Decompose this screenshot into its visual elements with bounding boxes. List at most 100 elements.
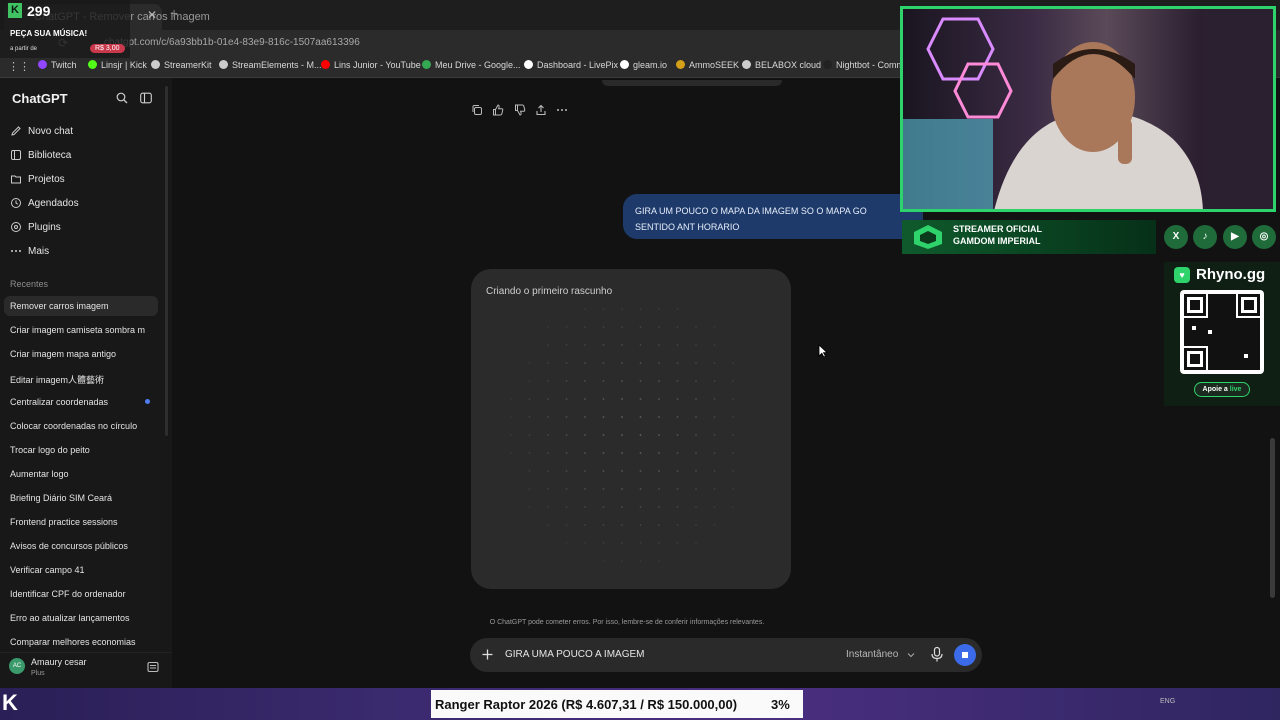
qr-module <box>1224 326 1228 330</box>
app-logo[interactable]: ChatGPT <box>12 91 68 106</box>
copy-icon[interactable] <box>471 104 483 116</box>
model-selector[interactable]: Instantâneo <box>846 649 898 660</box>
qr-module <box>1220 334 1224 338</box>
loading-dot <box>639 524 642 526</box>
conversation-scrollbar[interactable] <box>1270 438 1275 598</box>
loading-dot <box>713 434 716 436</box>
message-composer[interactable]: GIRA UMA POUCO A IMAGEM Instantâneo <box>470 638 982 672</box>
recent-chat-item[interactable]: Briefing Diário SIM Ceará <box>4 488 158 508</box>
recent-chat-item[interactable]: Colocar coordenadas no círculo <box>4 416 158 436</box>
loading-dot <box>732 416 734 418</box>
qr-module <box>1232 338 1236 342</box>
sponsor-banner: STREAMER OFICIAL GAMDOM IMPERIAL <box>902 220 1156 254</box>
song-request-subtitle: a partir de <box>10 46 38 52</box>
recent-chat-item[interactable]: Criar imagem mapa antigo <box>4 344 158 364</box>
recent-chat-item[interactable]: Erro ao atualizar lançamentos <box>4 608 158 628</box>
recent-chat-item[interactable]: Editar imagem人體藝術 <box>4 368 158 388</box>
qr-module <box>1248 366 1252 370</box>
loading-dot <box>584 308 586 310</box>
qr-module <box>1184 342 1188 346</box>
qr-module <box>1244 338 1248 342</box>
stop-generating-button[interactable] <box>954 644 976 666</box>
plus-icon[interactable] <box>480 647 495 662</box>
share-icon[interactable] <box>535 104 547 116</box>
microphone-icon[interactable] <box>929 646 945 663</box>
bookmark[interactable]: Meu Drive - Google... <box>422 60 521 70</box>
recent-chat-item[interactable]: Frontend practice sessions <box>4 512 158 532</box>
bookmark[interactable]: BELABOX cloud <box>742 60 821 70</box>
loading-dot <box>639 344 642 346</box>
loading-dot <box>639 326 642 328</box>
loading-dot <box>658 470 660 472</box>
loading-dot <box>621 344 623 346</box>
new-window-icon[interactable] <box>147 661 159 673</box>
qr-code-image <box>1180 290 1264 374</box>
loading-dot <box>528 452 531 454</box>
url-field[interactable]: chatgpt.com/c/6a93bb1b-01e4-83e9-816c-15… <box>104 37 360 48</box>
loading-dot <box>528 506 531 508</box>
qr-module <box>1220 318 1224 322</box>
sidebar-toggle-icon[interactable] <box>140 92 152 104</box>
sidebar-nav-item[interactable]: Agendados <box>10 194 160 214</box>
qr-module <box>1220 342 1224 346</box>
loading-dot <box>602 308 605 310</box>
recent-chat-item[interactable]: Trocar logo do peito <box>4 440 158 460</box>
apps-grid-icon[interactable]: ⋮⋮ <box>8 60 30 73</box>
qr-module <box>1256 346 1260 350</box>
recent-chat-item[interactable]: Identificar CPF do ordenador <box>4 584 158 604</box>
thumbs-up-icon[interactable] <box>492 104 504 116</box>
qr-module <box>1184 318 1188 322</box>
user-plan: Plus <box>31 670 45 677</box>
recent-chat-item[interactable]: Comparar melhores economias <box>4 632 158 652</box>
qr-module <box>1228 298 1232 302</box>
loading-dot <box>602 362 605 364</box>
recent-chat-item[interactable]: Remover carros imagem <box>4 296 158 316</box>
bookmark[interactable]: Dashboard - LivePix <box>524 60 618 70</box>
search-icon[interactable] <box>116 92 128 104</box>
gamdom-logo-icon <box>914 225 942 249</box>
qr-module <box>1236 358 1240 362</box>
kick-logo: K <box>8 3 22 18</box>
bookmark[interactable]: AmmoSEEK <box>676 60 739 70</box>
loading-dot <box>584 488 586 490</box>
recent-chat-item[interactable]: Avisos de concursos públicos <box>4 536 158 556</box>
qr-module <box>1184 326 1188 330</box>
recent-chat-item[interactable]: Verificar campo 41 <box>4 560 158 580</box>
sidebar-nav-item[interactable]: Novo chat <box>10 122 160 142</box>
qr-module <box>1236 354 1240 358</box>
sidebar-nav-label: Agendados <box>28 198 79 209</box>
user-menu[interactable]: AC Amaury cesar Plus <box>0 652 172 688</box>
bookmark[interactable]: gleam.io <box>620 60 667 70</box>
message-input[interactable]: GIRA UMA POUCO A IMAGEM <box>505 649 644 660</box>
bookmark[interactable]: StreamElements - M... <box>219 60 322 70</box>
qr-module <box>1248 322 1252 326</box>
bookmark[interactable]: Lins Junior - YouTube <box>321 60 421 70</box>
more-options-icon[interactable] <box>556 104 568 116</box>
qr-module <box>1196 318 1200 322</box>
sidebar-nav-item[interactable]: Plugins <box>10 218 160 238</box>
recent-chat-item[interactable]: Criar imagem camiseta sombra m <box>4 320 158 340</box>
qr-module <box>1190 354 1200 364</box>
qr-module <box>1228 362 1232 366</box>
bookmark[interactable]: Linsjr | Kick <box>88 60 147 70</box>
qr-module <box>1212 354 1216 358</box>
recent-chat-item[interactable]: Aumentar logo <box>4 464 158 484</box>
qr-module <box>1220 314 1224 318</box>
thumbs-down-icon[interactable] <box>514 104 526 116</box>
loading-dot <box>621 308 623 310</box>
bookmark[interactable]: Nightbot - Comm <box>823 60 904 70</box>
loading-dot <box>565 380 568 382</box>
recent-chat-item[interactable]: Centralizar coordenadas <box>4 392 158 412</box>
sidebar-scrollbar[interactable] <box>165 86 168 436</box>
tab-close-icon[interactable]: ✕ <box>147 8 157 22</box>
chevron-down-icon[interactable] <box>907 651 915 659</box>
new-tab-button[interactable]: + <box>170 5 178 21</box>
user-message-bubble: GIRA UM POUCO O MAPA DA IMAGEM SO O MAPA… <box>623 194 923 239</box>
sidebar-nav-item[interactable]: Biblioteca <box>10 146 160 166</box>
sidebar-nav-item[interactable]: Projetos <box>10 170 160 190</box>
bookmark[interactable]: StreamerKit <box>151 60 212 70</box>
loading-dot <box>510 434 512 436</box>
bookmark[interactable]: Twitch <box>38 60 77 70</box>
loading-dot <box>528 488 531 490</box>
sidebar-nav-item[interactable]: Mais <box>10 242 160 262</box>
